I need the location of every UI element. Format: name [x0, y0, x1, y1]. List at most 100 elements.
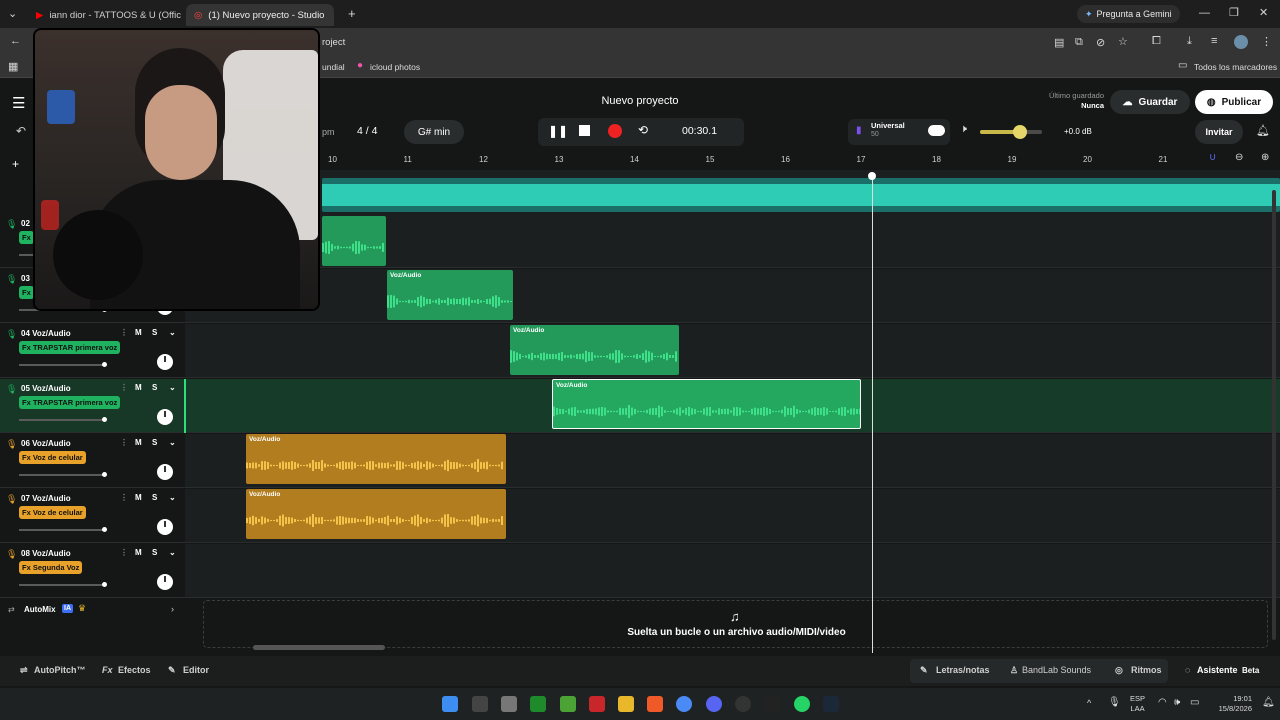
rhythms-button[interactable]: Ritmos: [1131, 665, 1162, 675]
language-indicator[interactable]: ESP LAA: [1130, 694, 1145, 714]
invite-button[interactable]: Invitar: [1195, 120, 1243, 144]
widgets-icon[interactable]: [472, 696, 488, 712]
audio-clip[interactable]: [322, 216, 386, 266]
chevron-down-icon[interactable]: ⌄: [169, 493, 176, 502]
steam-helper-icon[interactable]: [735, 696, 751, 712]
audio-clip[interactable]: Voz/Audio: [246, 434, 506, 484]
volume-handle[interactable]: [102, 527, 107, 532]
solo-button[interactable]: S: [152, 493, 157, 502]
track-volume-slider[interactable]: [19, 527, 107, 532]
pan-knob[interactable]: [157, 409, 173, 425]
playhead[interactable]: [872, 175, 873, 653]
notification-icon[interactable]: 🔔︎: [1262, 697, 1275, 708]
track-header[interactable]: 🎙︎ 08 Voz/Audio Fx Segunda Voz ⋮ M S ⌄: [0, 544, 185, 598]
solo-button[interactable]: S: [152, 328, 157, 337]
reader-icon[interactable]: ▤: [1054, 36, 1064, 49]
folder-icon[interactable]: [618, 696, 634, 712]
track-header[interactable]: 🎙︎ 05 Voz/Audio Fx TRAPSTAR primera voz ⋮ M S…: [0, 379, 185, 433]
mic-icon[interactable]: 🎙︎: [1108, 697, 1121, 708]
track-volume-slider[interactable]: [19, 417, 107, 422]
cast-icon[interactable]: ⧉: [1075, 36, 1083, 49]
steam-icon[interactable]: [823, 696, 839, 712]
bandlab-sounds-button[interactable]: BandLab Sounds: [1022, 665, 1091, 675]
discord-icon[interactable]: [706, 696, 722, 712]
apps-icon[interactable]: ▦: [8, 60, 18, 73]
solo-button[interactable]: S: [152, 548, 157, 557]
drag-handle-icon[interactable]: ⋮: [120, 493, 128, 502]
mute-button[interactable]: M: [135, 328, 142, 337]
xbox-icon[interactable]: [530, 696, 546, 712]
tab-list-icon[interactable]: ⌄: [8, 7, 17, 20]
new-tab-icon[interactable]: +: [348, 6, 356, 21]
drag-handle-icon[interactable]: ⋮: [120, 328, 128, 337]
chevron-down-icon[interactable]: ⌄: [169, 438, 176, 447]
all-bookmarks[interactable]: Todos los marcadores: [1194, 62, 1277, 72]
magnet-icon[interactable]: ∪: [1209, 152, 1216, 163]
fx-chip[interactable]: Fx TRAPSTAR primera voz: [19, 341, 121, 354]
download-icon[interactable]: ⤓: [1187, 35, 1192, 48]
mute-button[interactable]: M: [135, 383, 142, 392]
mute-button[interactable]: M: [135, 493, 142, 502]
volume-handle[interactable]: [102, 582, 107, 587]
url-text[interactable]: roject: [322, 37, 345, 48]
drag-handle-icon[interactable]: ⋮: [120, 383, 128, 392]
fx-chip[interactable]: Fx Segunda Voz: [19, 561, 83, 574]
drag-handle-icon[interactable]: ⋮: [120, 548, 128, 557]
fx-chip[interactable]: Fx TRAPSTAR primera voz: [19, 396, 121, 409]
publish-button[interactable]: ◍ Publicar: [1195, 90, 1273, 114]
zoom-in-icon[interactable]: ⊕: [1261, 152, 1269, 163]
playhead-handle[interactable]: [868, 172, 876, 180]
key-selector[interactable]: G# min: [404, 120, 464, 144]
playlist-icon[interactable]: ≡: [1211, 35, 1217, 47]
fx-chip[interactable]: Fx: [19, 286, 34, 299]
drag-handle-icon[interactable]: ⋮: [120, 438, 128, 447]
brave-icon[interactable]: [647, 696, 663, 712]
close-icon[interactable]: ✕: [1259, 6, 1268, 19]
zoom-out-icon[interactable]: ⊖: [1235, 152, 1243, 163]
chevron-down-icon[interactable]: ⌄: [169, 383, 176, 392]
track-volume-slider[interactable]: [19, 362, 107, 367]
vertical-scrollbar[interactable]: [1272, 190, 1276, 640]
loop-icon[interactable]: ⟲: [638, 123, 648, 137]
mute-button[interactable]: M: [135, 438, 142, 447]
autopitch-button[interactable]: AutoPitch™: [34, 665, 86, 675]
automix-row[interactable]: ⇄ AutoMix IA ♛ ›: [0, 600, 185, 622]
time-signature[interactable]: 4 / 4: [357, 125, 377, 137]
maximize-icon[interactable]: ❐: [1229, 6, 1239, 19]
audio-clip[interactable]: Voz/Audio: [246, 489, 506, 539]
eye-off-icon[interactable]: ⊘: [1096, 36, 1105, 49]
tray-chevron-icon[interactable]: ^: [1087, 698, 1091, 708]
fx-chip[interactable]: Fx Voz de celular: [19, 451, 86, 464]
tuner-toggle[interactable]: [928, 125, 945, 136]
lyrics-button[interactable]: Letras/notas: [936, 665, 990, 675]
audio-clip[interactable]: Voz/Audio: [387, 270, 513, 320]
battery-icon[interactable]: ▭: [1190, 697, 1199, 708]
chevron-down-icon[interactable]: ⌄: [169, 328, 176, 337]
chevron-down-icon[interactable]: ⌄: [169, 548, 176, 557]
tab-youtube[interactable]: ▶ iann dior - TATTOOS & U (Offic: [28, 4, 183, 26]
master-volume-knob[interactable]: [1013, 125, 1028, 139]
clock[interactable]: 19:01 15/8/2026: [1212, 694, 1252, 714]
bell-icon[interactable]: 🔔︎: [1256, 124, 1270, 137]
solo-button[interactable]: S: [152, 438, 157, 447]
start-icon[interactable]: [442, 696, 458, 712]
minimize-icon[interactable]: —: [1199, 7, 1210, 19]
timeline-ruler[interactable]: ∪ ⊖ ⊕ 10 11 12 13 14 15 16 17 18 19 20 21: [185, 150, 1280, 170]
solo-button[interactable]: S: [152, 383, 157, 392]
undo-icon[interactable]: ↶: [16, 124, 26, 138]
mute-button[interactable]: M: [135, 548, 142, 557]
volume-handle[interactable]: [102, 417, 107, 422]
minecraft-icon[interactable]: [560, 696, 576, 712]
drop-zone[interactable]: ♫ Suelta un bucle o un archivo audio/MID…: [203, 600, 1268, 648]
store-icon[interactable]: [501, 696, 517, 712]
track-header[interactable]: 🎙︎ 06 Voz/Audio Fx Voz de celular ⋮ M S ⌄: [0, 434, 185, 488]
audio-clip[interactable]: Voz/Audio: [552, 379, 861, 429]
pause-icon[interactable]: ❚❚: [548, 124, 568, 138]
capcut-icon[interactable]: [764, 696, 780, 712]
back-icon[interactable]: ←: [10, 35, 21, 47]
whatsapp-icon[interactable]: [794, 696, 810, 712]
extensions-icon[interactable]: ⧠: [1152, 35, 1161, 48]
pan-knob[interactable]: [157, 574, 173, 590]
editor-button[interactable]: Editor: [183, 665, 209, 675]
tab-studio[interactable]: ◎ (1) Nuevo proyecto - Studio: [186, 4, 334, 26]
